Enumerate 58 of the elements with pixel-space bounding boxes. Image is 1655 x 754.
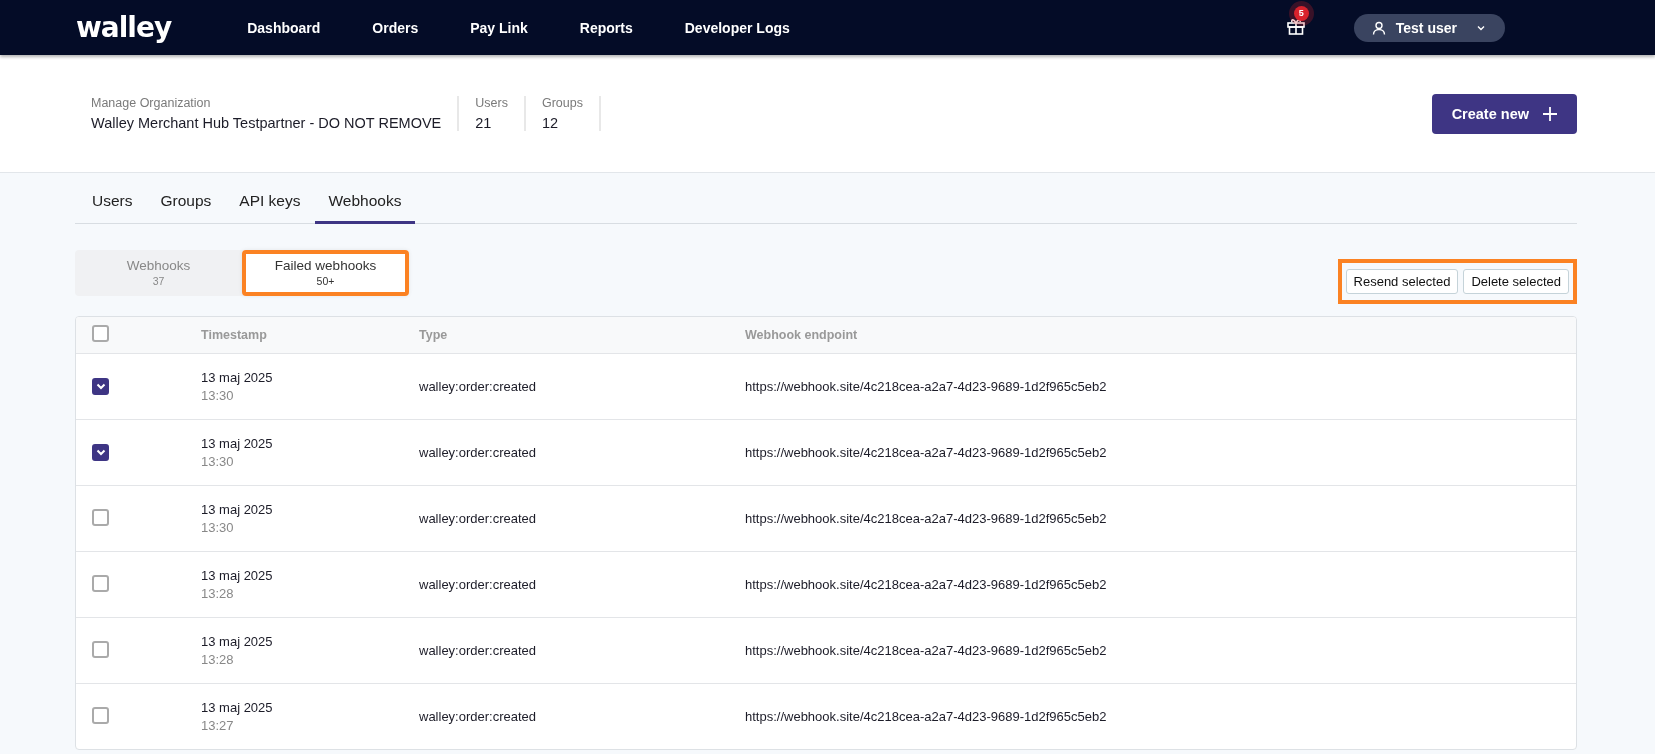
user-icon	[1371, 20, 1386, 35]
tab[interactable]: API keys	[225, 184, 315, 224]
date-text: 13 maj 2025	[201, 436, 274, 451]
column-header: Webhook endpoint	[745, 328, 859, 342]
stat-value: 21	[475, 115, 493, 131]
endpoint-cell-text: https://webhook.site/4c218cea-a2a7-4d23-9689-1d2f965c5eb2	[745, 379, 1108, 394]
logo[interactable]: walley	[76, 11, 172, 44]
user-menu-button[interactable]: Test user	[1353, 13, 1505, 42]
tab[interactable]: Groups	[146, 184, 226, 224]
date-text: 13 maj 2025	[201, 634, 274, 649]
date-text: 13 maj 2025	[201, 568, 274, 583]
nav-link[interactable]: Orders	[346, 19, 445, 36]
time-text: 13:27	[201, 718, 235, 733]
column-header: Timestamp	[201, 328, 268, 342]
tab[interactable]: Users	[75, 184, 147, 224]
endpoint-cell-text: https://webhook.site/4c218cea-a2a7-4d23-9689-1d2f965c5eb2	[745, 511, 1108, 526]
time-text: 13:30	[201, 520, 235, 535]
endpoint-cell-text: https://webhook.site/4c218cea-a2a7-4d23-9689-1d2f965c5eb2	[745, 643, 1108, 658]
plus-icon	[1543, 106, 1557, 121]
notification-badge: 5	[1293, 5, 1309, 21]
organization-name: Walley Merchant Hub Testpartner - DO NOT REMOVE	[91, 115, 442, 131]
type-cell-text: walley:order:created	[419, 379, 538, 394]
subtab[interactable]: Failed webhooks 50+	[242, 249, 409, 296]
tab[interactable]: Webhooks	[314, 184, 416, 224]
column-header: Type	[419, 328, 449, 342]
action-button[interactable]: Delete selected	[1463, 269, 1569, 294]
checkbox[interactable]	[92, 508, 109, 526]
checkbox[interactable]	[92, 377, 109, 395]
time-text: 13:30	[201, 454, 235, 469]
action-button[interactable]: Resend selected	[1345, 269, 1459, 294]
stat-label: Users	[475, 96, 508, 110]
nav-link[interactable]: Dashboard	[221, 19, 347, 36]
type-cell-text: walley:order:created	[419, 577, 538, 592]
nav-link[interactable]: Pay Link	[444, 19, 554, 36]
endpoint-cell-text: https://webhook.site/4c218cea-a2a7-4d23-9689-1d2f965c5eb2	[745, 577, 1108, 592]
organization-label: Manage Organization	[91, 96, 212, 110]
time-text: 13:30	[201, 388, 235, 403]
checkbox[interactable]	[92, 574, 109, 592]
type-cell-text: walley:order:created	[419, 709, 538, 724]
stat-value: 12	[541, 115, 560, 131]
time-text: 13:28	[201, 586, 235, 601]
nav-link[interactable]: Developer Logs	[658, 19, 816, 36]
stat-label: Groups	[541, 96, 583, 110]
date-text: 13 maj 2025	[201, 502, 274, 517]
create-new-button[interactable]: Create new	[1431, 93, 1577, 134]
checkbox[interactable]	[92, 706, 109, 724]
date-text: 13 maj 2025	[201, 370, 274, 385]
endpoint-cell-text: https://webhook.site/4c218cea-a2a7-4d23-9689-1d2f965c5eb2	[745, 445, 1108, 460]
checkbox[interactable]	[92, 325, 109, 342]
checkbox[interactable]	[92, 640, 109, 658]
checkbox[interactable]	[92, 443, 109, 461]
type-cell-text: walley:order:created	[419, 445, 538, 460]
time-text: 13:28	[201, 652, 235, 667]
endpoint-cell-text: https://webhook.site/4c218cea-a2a7-4d23-9689-1d2f965c5eb2	[745, 709, 1108, 724]
date-text: 13 maj 2025	[201, 700, 274, 715]
type-cell-text: walley:order:created	[419, 511, 538, 526]
nav-link[interactable]: Reports	[553, 19, 659, 36]
type-cell-text: walley:order:created	[419, 643, 538, 658]
